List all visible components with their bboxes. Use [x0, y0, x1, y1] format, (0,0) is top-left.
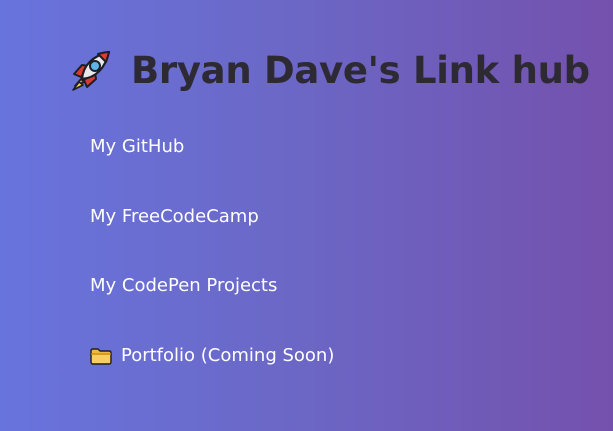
folder-icon: [90, 348, 112, 365]
codepen-link[interactable]: My CodePen Projects: [90, 277, 277, 295]
freecodecamp-link-label: My FreeCodeCamp: [90, 206, 259, 227]
codepen-link-label: My CodePen Projects: [90, 275, 278, 296]
github-link[interactable]: My GitHub: [90, 138, 184, 156]
freecodecamp-link[interactable]: My FreeCodeCamp: [90, 208, 259, 226]
portfolio-link[interactable]: Portfolio (Coming Soon): [90, 347, 334, 365]
link-list: My GitHub My FreeCodeCamp My CodePen Pro…: [90, 0, 590, 431]
portfolio-link-label: Portfolio (Coming Soon): [121, 345, 335, 366]
github-link-label: My GitHub: [90, 136, 185, 157]
